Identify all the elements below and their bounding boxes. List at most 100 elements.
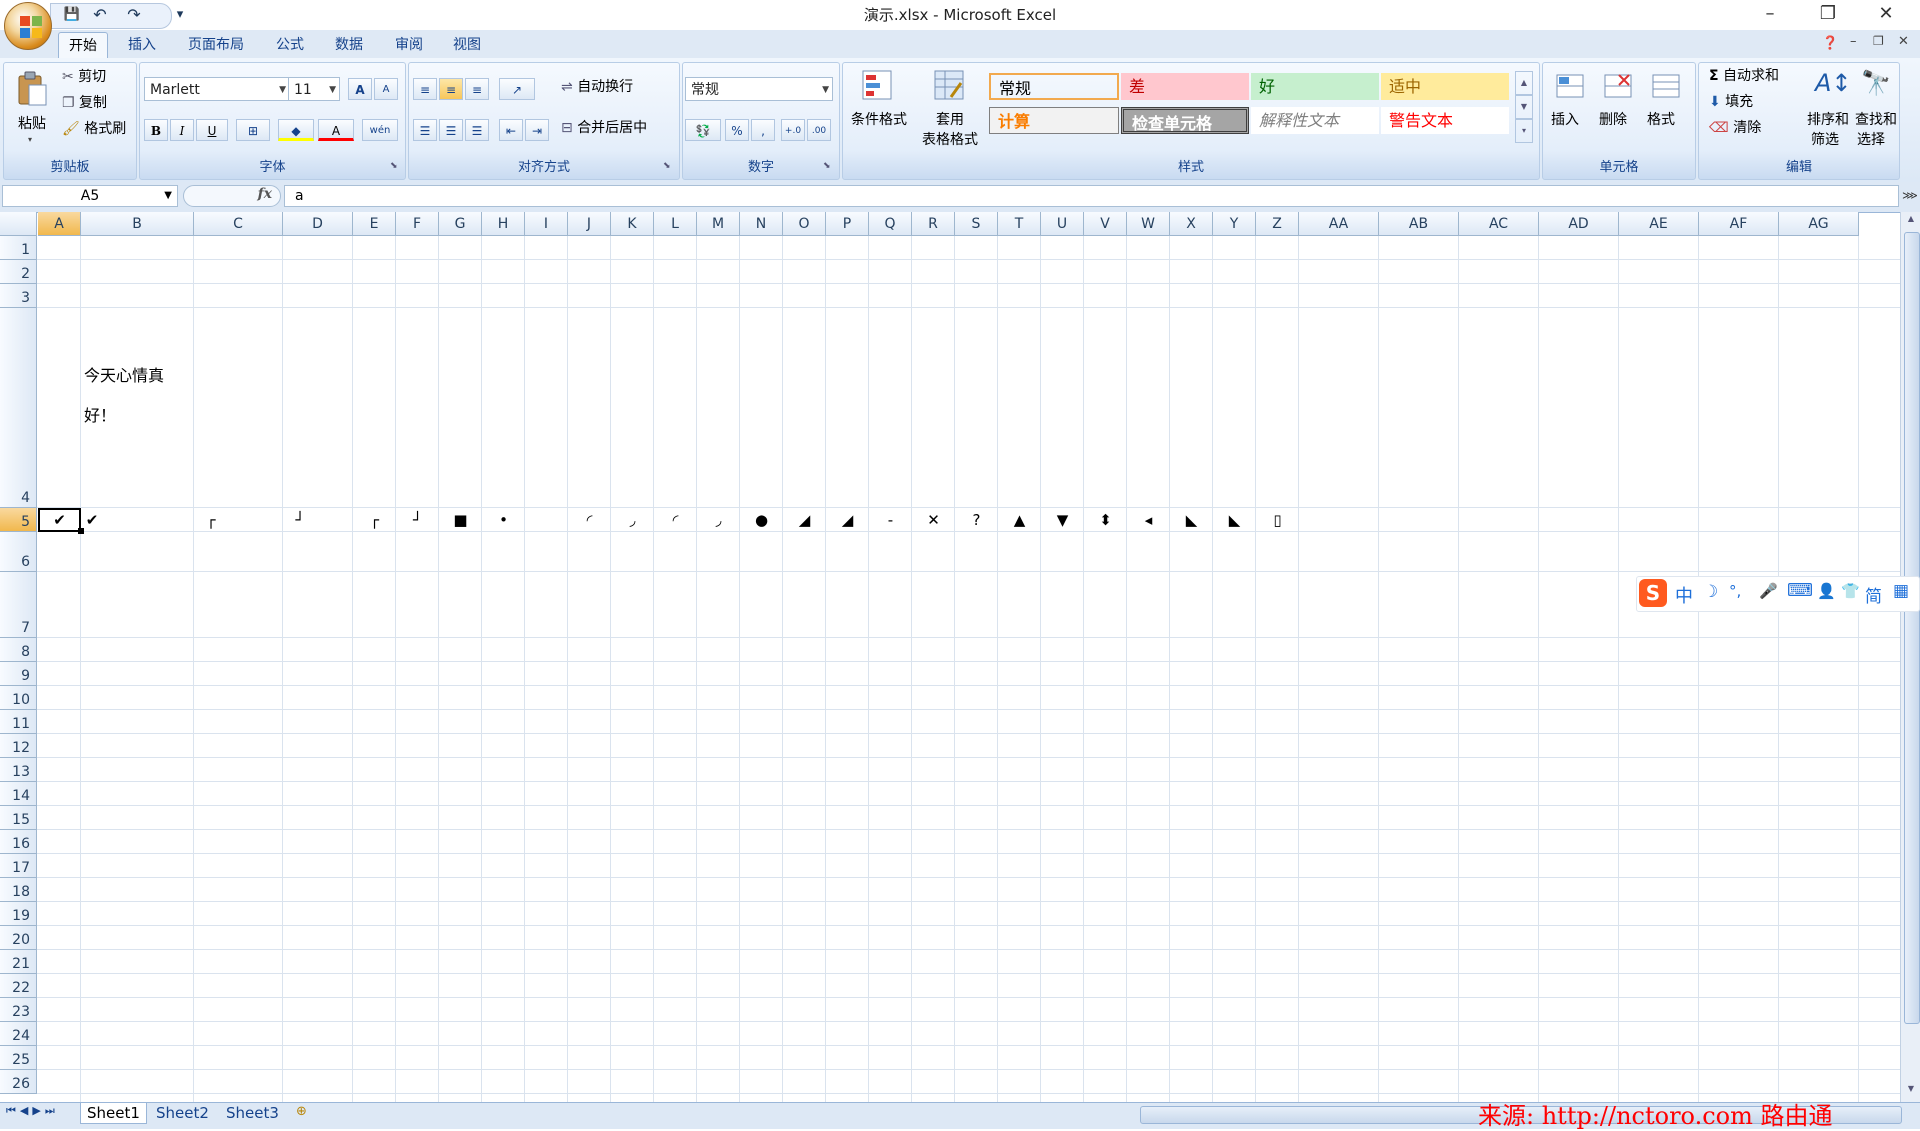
minimize-button[interactable]: – (1742, 0, 1798, 30)
column-header-d[interactable]: D (283, 212, 353, 236)
copy-button[interactable]: ❐ 复制 (62, 94, 132, 114)
cell-p5[interactable]: ◢ (826, 508, 869, 532)
cell-v5[interactable]: ⬍ (1084, 508, 1127, 532)
cell-x5[interactable]: ◣ (1170, 508, 1213, 532)
column-header-r[interactable]: R (912, 212, 955, 236)
column-header-ad[interactable]: AD (1539, 212, 1619, 236)
cell-t5[interactable]: ▲ (998, 508, 1041, 532)
name-box[interactable]: A5 ▼ (2, 185, 178, 207)
row-header-8[interactable]: 8 (0, 638, 37, 662)
format-painter-button[interactable]: 🖌 格式刷 (62, 120, 136, 140)
styles-more-button[interactable]: ▾ (1515, 119, 1533, 143)
column-header-p[interactable]: P (826, 212, 869, 236)
column-header-h[interactable]: H (482, 212, 525, 236)
office-button[interactable] (4, 2, 52, 50)
cell-u5[interactable]: ▼ (1041, 508, 1084, 532)
cell-w5[interactable]: ◂ (1127, 508, 1170, 532)
scroll-down-icon[interactable]: ▼ (1904, 1084, 1918, 1098)
cell-m5[interactable]: ◞ (697, 508, 740, 532)
style-calculation[interactable]: 计算 (989, 107, 1119, 134)
vertical-scroll-thumb[interactable] (1904, 232, 1920, 1024)
column-header-a[interactable]: A (38, 212, 81, 236)
find-select-button[interactable]: 🔭 查找和 选择 (1855, 65, 1899, 155)
row-header-12[interactable]: 12 (0, 734, 37, 758)
column-header-q[interactable]: Q (869, 212, 912, 236)
row-header-23[interactable]: 23 (0, 998, 37, 1022)
cell-d5[interactable]: ┘ (285, 508, 315, 532)
row-header-14[interactable]: 14 (0, 782, 37, 806)
column-header-m[interactable]: M (697, 212, 740, 236)
cell-r5[interactable]: ✕ (912, 508, 955, 532)
insert-sheet-icon[interactable]: ⊕ (296, 1104, 307, 1119)
workbook-close-icon[interactable]: ✕ (1898, 34, 1909, 49)
styles-scroll-up-button[interactable]: ▲ (1515, 71, 1533, 95)
column-header-ae[interactable]: AE (1619, 212, 1699, 236)
row-header-11[interactable]: 11 (0, 710, 37, 734)
percent-button[interactable]: % (725, 119, 749, 141)
column-header-aa[interactable]: AA (1299, 212, 1379, 236)
column-header-ab[interactable]: AB (1379, 212, 1459, 236)
italic-button[interactable]: I (170, 119, 194, 141)
wrap-text-button[interactable]: ⇌ 自动换行 (561, 78, 676, 100)
font-color-button[interactable]: A (318, 119, 354, 141)
row-header-2[interactable]: 2 (0, 260, 37, 284)
style-warning[interactable]: 警告文本 (1381, 107, 1509, 134)
merge-center-button[interactable]: ⊟ 合并后居中 (561, 119, 676, 141)
column-header-u[interactable]: U (1041, 212, 1084, 236)
user-icon[interactable]: 👤 (1817, 582, 1836, 600)
underline-button[interactable]: U (196, 119, 228, 141)
active-cell-a5[interactable] (38, 508, 81, 532)
decrease-indent-button[interactable]: ⇤ (499, 119, 523, 141)
column-header-v[interactable]: V (1084, 212, 1127, 236)
autosum-button[interactable]: Σ 自动求和 (1709, 67, 1809, 87)
column-header-f[interactable]: F (396, 212, 439, 236)
column-header-y[interactable]: Y (1213, 212, 1256, 236)
number-format-select[interactable]: 常规 ▼ (685, 77, 833, 101)
column-header-af[interactable]: AF (1699, 212, 1779, 236)
align-middle-button[interactable]: ≡ (439, 78, 463, 100)
cell-j5[interactable]: ◜ (568, 508, 611, 532)
row-header-21[interactable]: 21 (0, 950, 37, 974)
row-header-19[interactable]: 19 (0, 902, 37, 926)
orientation-button[interactable]: ↗ (499, 78, 535, 100)
row-header-3[interactable]: 3 (0, 284, 37, 308)
tab-page-layout[interactable]: 页面布局 (178, 32, 254, 58)
row-header-10[interactable]: 10 (0, 686, 37, 710)
delete-cells-button[interactable]: 删除 (1595, 65, 1641, 155)
column-header-ac[interactable]: AC (1459, 212, 1539, 236)
bold-button[interactable]: B (144, 119, 168, 141)
row-header-7[interactable]: 7 (0, 572, 37, 638)
grow-font-button[interactable]: A (348, 78, 372, 100)
style-neutral[interactable]: 适中 (1381, 73, 1509, 100)
simplified-toggle[interactable]: 简 (1865, 582, 1882, 607)
format-as-table-button[interactable]: 套用 表格格式 (913, 65, 987, 155)
sheet-tab-2[interactable]: Sheet2 (150, 1103, 215, 1123)
cell-y5[interactable]: ◣ (1213, 508, 1256, 532)
column-header-j[interactable]: J (568, 212, 611, 236)
clear-button[interactable]: ⌫ 清除 (1709, 119, 1809, 139)
column-header-n[interactable]: N (740, 212, 783, 236)
row-header-20[interactable]: 20 (0, 926, 37, 950)
cell-b5[interactable]: ✔ (81, 508, 103, 532)
help-icon[interactable]: ❓ (1822, 36, 1838, 51)
row-header-4[interactable]: 4 (0, 308, 37, 508)
column-header-b[interactable]: B (81, 212, 194, 236)
style-explanatory[interactable]: 解释性文本 (1251, 107, 1379, 134)
align-right-button[interactable]: ☰ (465, 119, 489, 141)
cell-f5[interactable]: ┘ (396, 508, 439, 532)
cell-k5[interactable]: ◞ (611, 508, 654, 532)
sheet-nav-icons[interactable]: ⏮◀▶⏭ (6, 1104, 59, 1118)
cell-g5[interactable]: ■ (439, 508, 482, 532)
column-header-e[interactable]: E (353, 212, 396, 236)
styles-scroll-down-button[interactable]: ▼ (1515, 95, 1533, 119)
sheet-tab-1[interactable]: Sheet1 (80, 1103, 147, 1124)
dialog-launcher-icon[interactable]: ⬊ (663, 161, 671, 171)
style-bad[interactable]: 差 (1121, 73, 1249, 100)
save-icon[interactable]: 💾 (62, 5, 82, 25)
workbook-restore-icon[interactable]: ❐ (1873, 34, 1884, 48)
align-top-button[interactable]: ≡ (413, 78, 437, 100)
tab-formulas[interactable]: 公式 (266, 32, 314, 58)
decrease-decimal-button[interactable]: .00 (807, 119, 831, 141)
tab-review[interactable]: 审阅 (385, 32, 433, 58)
cut-button[interactable]: ✂ 剪切 (62, 68, 132, 88)
